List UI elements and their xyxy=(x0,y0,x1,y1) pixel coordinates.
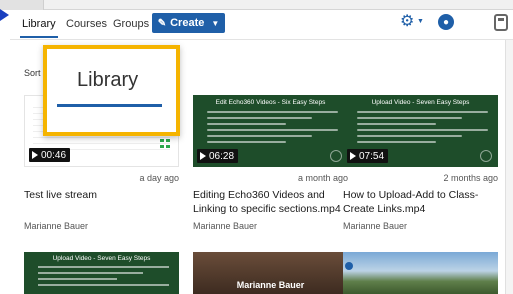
tab-groups[interactable]: Groups xyxy=(113,18,149,30)
media-thumbnail[interactable]: Edit Echo360 Videos - Six Easy Steps 06:… xyxy=(193,95,348,167)
media-card[interactable]: Edit Echo360 Videos - Six Easy Steps 06:… xyxy=(193,95,348,231)
media-author: Marianne Bauer xyxy=(343,221,408,231)
user-icon[interactable]: ● xyxy=(438,14,454,30)
chevron-down-icon[interactable]: ▼ xyxy=(417,18,424,25)
upload-age: 2 months ago xyxy=(443,173,498,183)
media-thumbnail[interactable]: Marianne Bauer xyxy=(193,252,348,294)
thumbnail-name: Marianne Bauer xyxy=(236,280,305,290)
top-navigation-bar: Library Courses Groups ✎ Create ▼ ⚙ ▼ ● xyxy=(10,10,513,40)
media-author: Marianne Bauer xyxy=(193,221,258,231)
duration-text: 06:28 xyxy=(209,150,235,162)
sort-label[interactable]: Sort xyxy=(24,68,41,78)
tab-courses[interactable]: Courses xyxy=(66,18,107,30)
media-thumbnail[interactable] xyxy=(343,252,498,294)
media-author: Marianne Bauer xyxy=(24,221,89,231)
duration-text: 07:54 xyxy=(359,150,385,162)
thumbnail-title: Edit Echo360 Videos - Six Easy Steps xyxy=(215,99,326,106)
media-thumbnail[interactable]: Upload Video - Seven Easy Steps 07:54 xyxy=(343,95,498,167)
thumbnail-title: Upload Video - Seven Easy Steps xyxy=(52,255,151,262)
thumbnail-text-lines xyxy=(38,266,169,290)
callout-underline xyxy=(57,104,162,107)
thumbnail-title: Upload Video - Seven Easy Steps xyxy=(371,99,470,106)
play-icon xyxy=(350,152,356,160)
duration-badge: 00:46 xyxy=(29,148,71,162)
upload-age: a day ago xyxy=(139,173,179,183)
media-thumbnail[interactable]: Upload Video - Seven Easy Steps xyxy=(24,252,179,294)
seal-icon xyxy=(480,150,492,162)
gear-icon[interactable]: ⚙ xyxy=(400,14,414,30)
media-title[interactable]: Editing Echo360 Videos and Linking to sp… xyxy=(193,188,353,216)
duration-text: 00:46 xyxy=(41,149,67,161)
duration-badge: 06:28 xyxy=(197,149,239,163)
media-card[interactable]: Upload Video - Seven Easy Steps 07:54 2 … xyxy=(343,95,498,231)
seal-icon xyxy=(330,150,342,162)
magic-wand-icon: ✎ xyxy=(157,17,167,29)
play-icon xyxy=(32,151,38,159)
player-control-icon xyxy=(345,262,353,270)
scrollbar[interactable] xyxy=(505,40,513,294)
thumbnail-text-lines xyxy=(207,111,338,147)
pointer-arrow-icon xyxy=(0,9,9,21)
create-button[interactable]: ✎ Create ▼ xyxy=(152,13,225,33)
chevron-down-icon: ▼ xyxy=(211,18,220,28)
duration-badge: 07:54 xyxy=(347,149,389,163)
media-title[interactable]: How to Upload-Add to Class-Create Links.… xyxy=(343,188,503,216)
thumbnail-text-lines xyxy=(357,111,488,147)
play-icon xyxy=(200,152,206,160)
library-tab-callout: Library xyxy=(43,45,180,136)
upload-age: a month ago xyxy=(297,173,348,183)
media-title[interactable]: Test live stream xyxy=(24,188,184,202)
callout-title: Library xyxy=(77,69,139,91)
create-button-label: Create xyxy=(170,17,205,29)
calculator-icon[interactable] xyxy=(494,14,508,31)
browser-frame xyxy=(0,0,513,10)
tab-library[interactable]: Library xyxy=(20,18,58,38)
